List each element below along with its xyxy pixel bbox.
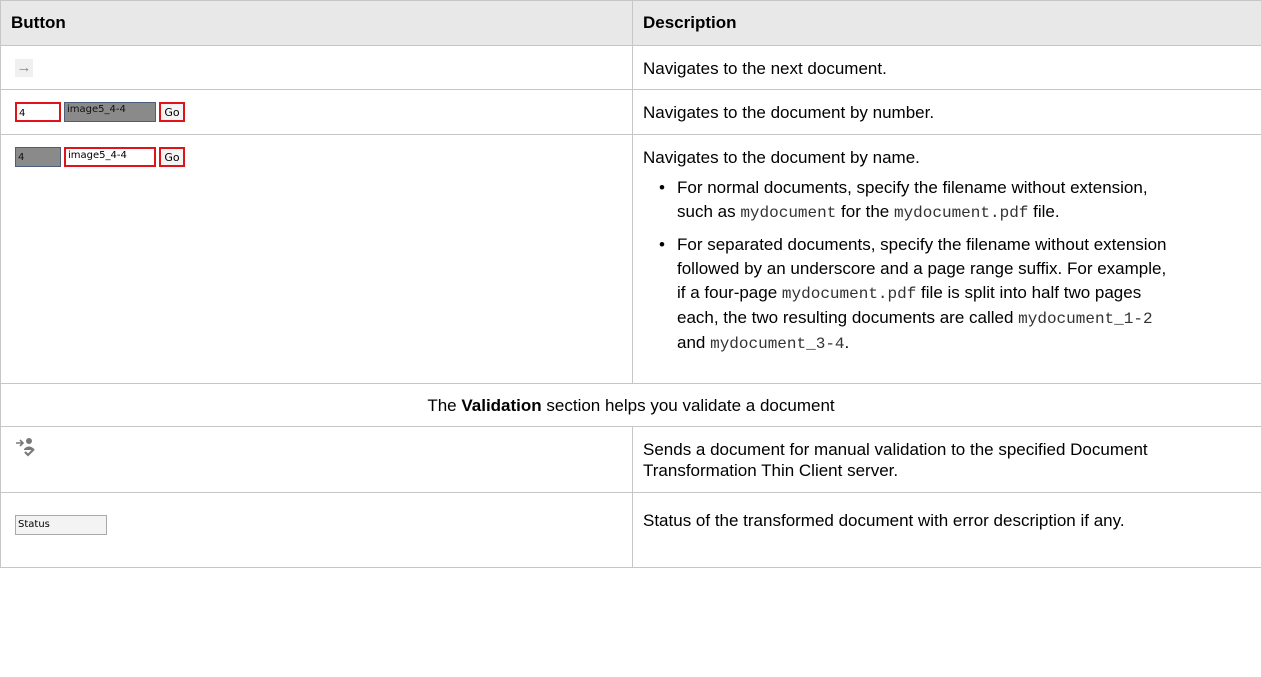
button-cell: 4 image5_4-4 Go <box>0 134 633 384</box>
send-for-validation-icon[interactable] <box>15 437 37 457</box>
go-button[interactable]: Go <box>159 102 185 122</box>
document-name-navigator: 4 image5_4-4 Go <box>15 145 618 169</box>
button-cell: → <box>0 45 633 90</box>
code-text: mydocument_3-4 <box>710 335 845 353</box>
table-header-row: Button Description <box>0 0 1261 46</box>
next-document-description: Navigates to the next document. <box>643 59 887 78</box>
code-text: mydocument.pdf <box>781 285 917 303</box>
table-row: Status Status of the transformed documen… <box>0 492 1261 568</box>
button-cell: Status <box>0 492 633 568</box>
document-name-input[interactable]: image5_4-4 <box>64 147 156 167</box>
document-number-input[interactable]: 4 <box>15 147 61 167</box>
column-header-button: Button <box>0 0 633 46</box>
list-item: For normal documents, specify the filena… <box>659 176 1251 225</box>
by-number-description: Navigates to the document by number. <box>643 103 935 122</box>
document-number-navigator: 4 image5_4-4 Go <box>15 100 618 124</box>
description-cell: Navigates to the document by number. <box>632 89 1261 135</box>
code-text: mydocument <box>740 204 837 222</box>
button-cell <box>0 426 633 493</box>
list-item: For separated documents, specify the fil… <box>659 233 1251 356</box>
button-cell: 4 image5_4-4 Go <box>0 89 633 135</box>
code-text: mydocument_1-2 <box>1018 310 1153 328</box>
code-text: mydocument.pdf <box>893 204 1029 222</box>
document-number-input[interactable]: 4 <box>15 102 61 122</box>
table-row: → Navigates to the next document. <box>0 45 1261 90</box>
table-row: Sends a document for manual validation t… <box>0 426 1261 493</box>
description-cell: Navigates to the next document. <box>632 45 1261 90</box>
document-name-input[interactable]: image5_4-4 <box>64 102 156 122</box>
bullet-list: For normal documents, specify the filena… <box>643 176 1251 356</box>
section-heading-cell: The Validation section helps you validat… <box>0 383 1261 427</box>
description-cell: Sends a document for manual validation t… <box>632 426 1261 493</box>
status-field: Status <box>15 515 107 535</box>
description-cell: Navigates to the document by name. For n… <box>632 134 1261 384</box>
button-description-table: Button Description → Navigates to the ne… <box>0 0 1261 568</box>
go-button[interactable]: Go <box>159 147 185 167</box>
section-name: Validation <box>461 396 542 415</box>
arrow-right-icon[interactable]: → <box>15 59 33 77</box>
by-name-description: Navigates to the document by name. <box>643 148 920 167</box>
status-description: Status of the transformed document with … <box>643 511 1125 530</box>
section-row: The Validation section helps you validat… <box>0 383 1261 427</box>
description-cell: Status of the transformed document with … <box>632 492 1261 568</box>
table-row: 4 image5_4-4 Go Navigates to the documen… <box>0 89 1261 135</box>
column-header-description: Description <box>632 0 1261 46</box>
table-row: 4 image5_4-4 Go Navigates to the documen… <box>0 134 1261 384</box>
manual-validation-description: Sends a document for manual validation t… <box>643 440 1148 480</box>
